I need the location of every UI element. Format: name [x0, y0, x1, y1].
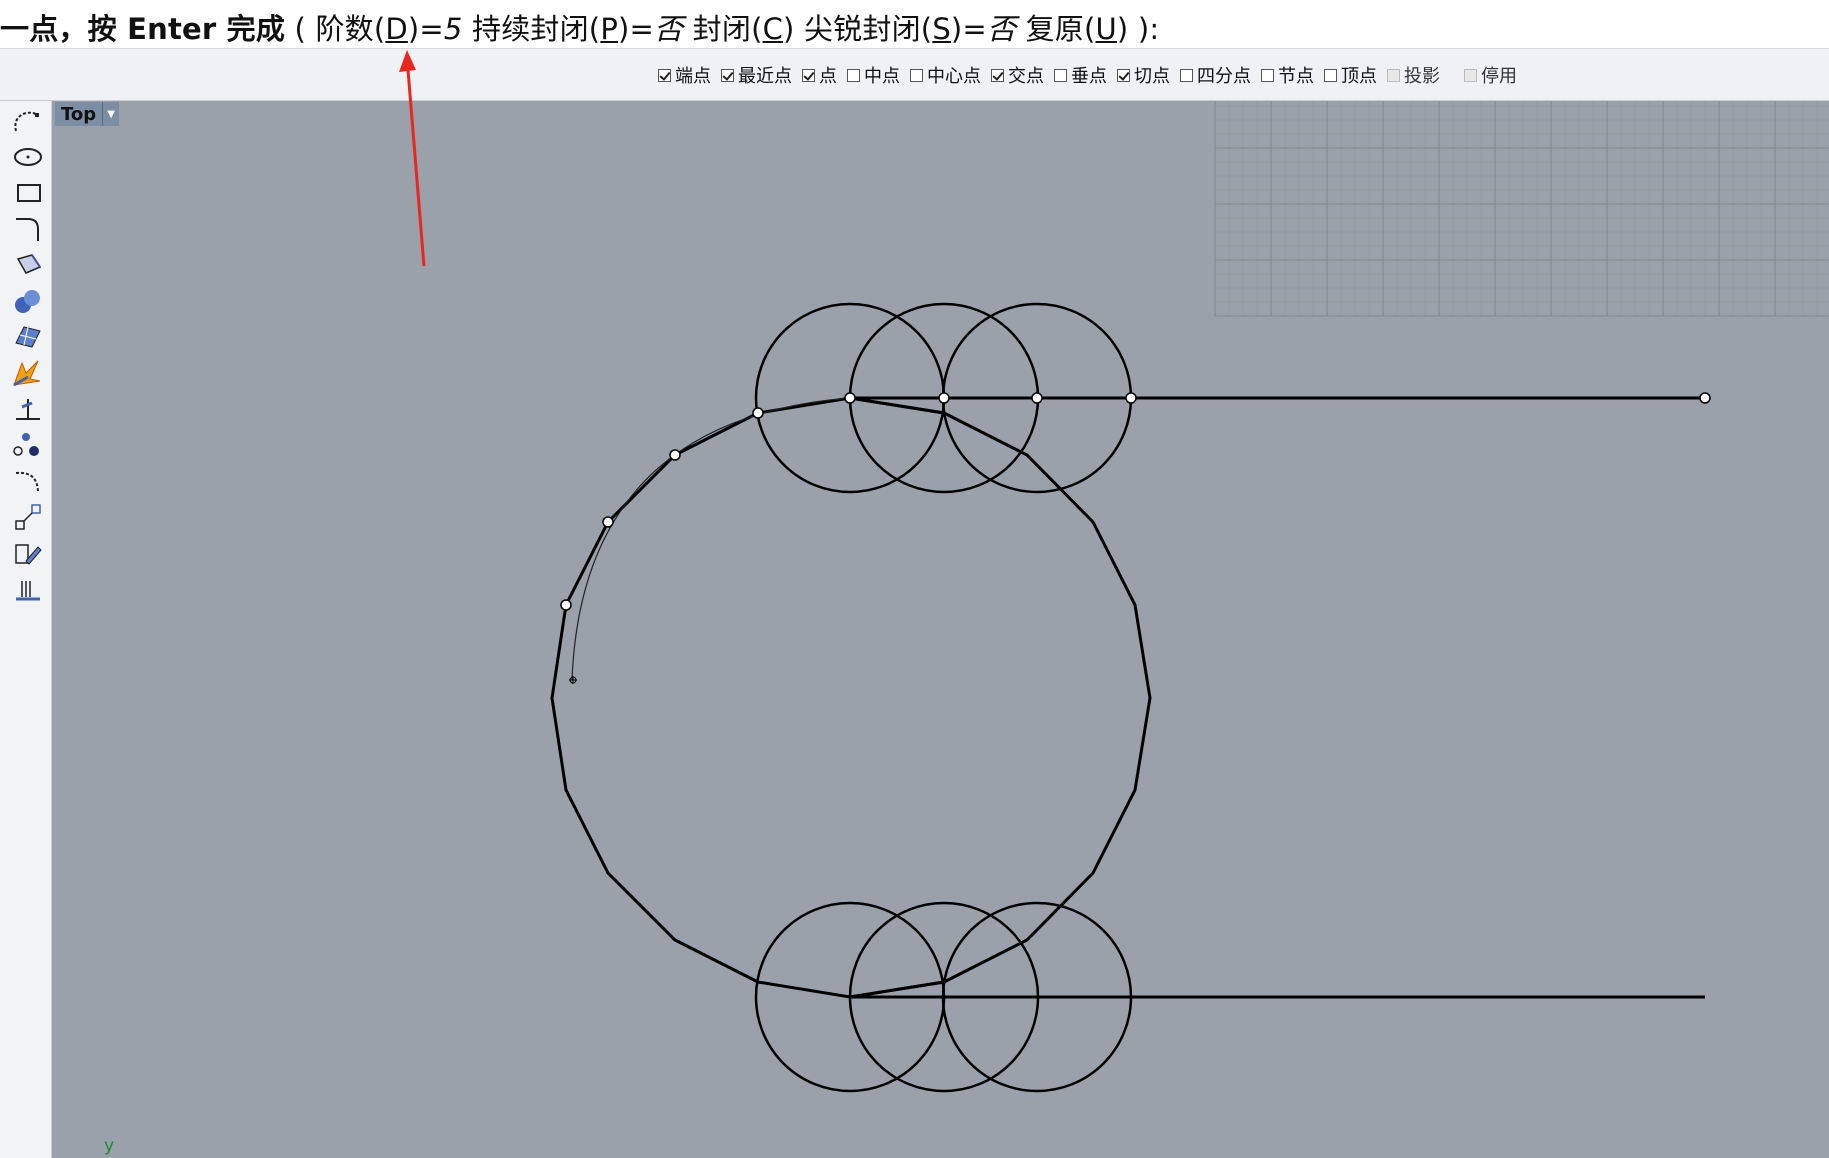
polygon-curve [550, 396, 1152, 999]
control-point [752, 407, 764, 419]
axis-y-label: y [104, 1136, 115, 1156]
control-point [669, 449, 681, 461]
viewport-name: Top [61, 103, 97, 125]
cursor-cross [569, 676, 577, 684]
chevron-down-icon[interactable]: ▼ [102, 102, 119, 126]
construction-grid [1214, 101, 1829, 317]
connector-lines [849, 396, 945, 415]
control-point [844, 392, 856, 404]
control-point [1125, 392, 1137, 404]
annotation-arrow [399, 50, 426, 267]
preview-curve [571, 397, 851, 681]
control-point [602, 516, 614, 528]
connector-lines-bottom [849, 980, 945, 999]
viewport-canvas[interactable] [0, 0, 1829, 1158]
control-point [938, 392, 950, 404]
control-point [1031, 392, 1043, 404]
control-point [1699, 392, 1711, 404]
control-point [560, 599, 572, 611]
viewport-tab[interactable]: Top ▼ [55, 102, 120, 126]
